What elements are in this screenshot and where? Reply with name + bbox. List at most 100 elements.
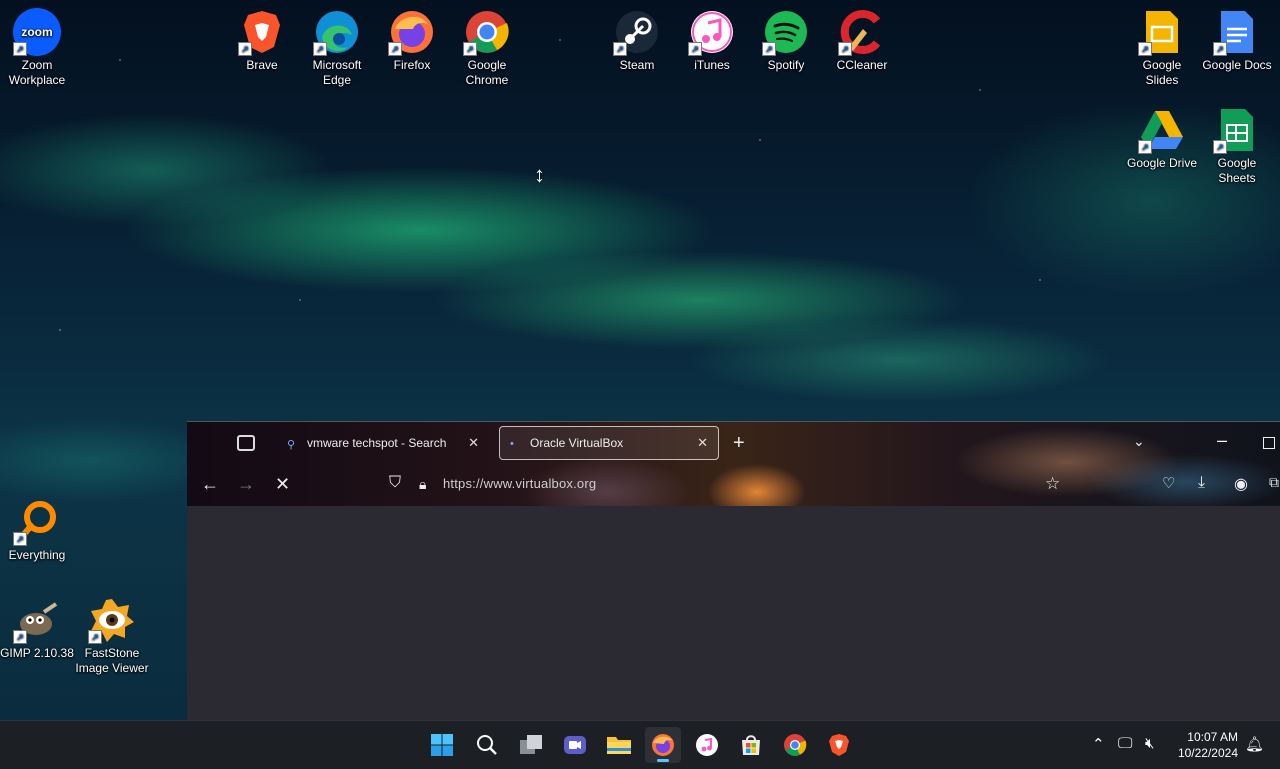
file-explorer-icon[interactable] bbox=[601, 727, 637, 763]
desktop-icon-edge[interactable]: ↗ Microsoft Edge bbox=[300, 8, 374, 88]
icon-label: Spotify bbox=[767, 58, 805, 72]
google-slides-icon: ↗ bbox=[1138, 8, 1186, 56]
tab-search[interactable]: ⚲ vmware techspot - Search ✕ bbox=[277, 426, 489, 460]
icon-label: GIMP 2.10.38 bbox=[0, 646, 74, 660]
account-icon[interactable]: ◉ bbox=[1234, 474, 1248, 494]
forward-arrow-icon[interactable]: → bbox=[237, 474, 255, 495]
icon-label: Google Docs bbox=[1202, 58, 1272, 72]
desktop-icon-spotify[interactable]: ↗ Spotify bbox=[749, 8, 823, 73]
chevron-down-icon[interactable]: ⌄ bbox=[1133, 433, 1145, 450]
chevron-up-icon[interactable]: ⌃ bbox=[1092, 735, 1105, 753]
itunes-icon: ↗ bbox=[688, 8, 736, 56]
shortcut-arrow-icon: ↗ bbox=[1138, 42, 1152, 56]
search-icon[interactable] bbox=[469, 727, 505, 763]
url-field[interactable]: https://www.virtualbox.org bbox=[443, 476, 596, 491]
desktop-icon-gimp[interactable]: ↗ GIMP 2.10.38 bbox=[0, 596, 74, 661]
icon-label: Google Slides bbox=[1142, 58, 1182, 87]
shortcut-arrow-icon: ↗ bbox=[238, 42, 252, 56]
shortcut-arrow-icon: ↗ bbox=[13, 532, 27, 546]
desktop-icon-faststone[interactable]: ↗ FastStone Image Viewer bbox=[75, 596, 149, 676]
icon-label: CCleaner bbox=[836, 58, 888, 72]
browser-header: ⚲ vmware techspot - Search ✕ • Oracle Vi… bbox=[187, 422, 1280, 506]
bookmark-star-icon[interactable]: ☆ bbox=[1045, 474, 1060, 494]
desktop-icon-firefox[interactable]: ↗ Firefox bbox=[375, 8, 449, 73]
icon-label: Zoom Workplace bbox=[8, 58, 66, 87]
chrome-icon[interactable] bbox=[777, 727, 813, 763]
icon-label: Microsoft Edge bbox=[312, 58, 362, 87]
spotify-icon: ↗ bbox=[762, 8, 810, 56]
desktop-icon-zoom[interactable]: zoom ↗ Zoom Workplace bbox=[0, 8, 74, 88]
faststone-icon: ↗ bbox=[88, 596, 136, 644]
steam-icon: ↗ bbox=[613, 8, 661, 56]
google-drive-icon: ↗ bbox=[1138, 106, 1186, 154]
brave-icon[interactable] bbox=[821, 727, 857, 763]
close-tab-icon[interactable]: ✕ bbox=[697, 435, 708, 451]
desktop-icon-google-drive[interactable]: ↗ Google Drive bbox=[1125, 106, 1199, 171]
firefox-view-icon[interactable] bbox=[237, 435, 255, 451]
icon-label: Brave bbox=[246, 58, 278, 72]
shortcut-arrow-icon: ↗ bbox=[688, 42, 702, 56]
resize-cursor-icon: ↕ bbox=[534, 162, 545, 187]
stop-loading-icon[interactable]: ✕ bbox=[275, 474, 290, 495]
nav-bar: ← → ✕ ⛉ 🔒︎ https://www.virtualbox.org ☆ … bbox=[187, 464, 1280, 506]
new-tab-icon[interactable]: + bbox=[733, 432, 745, 455]
volume-muted-icon[interactable]: 🔇︎ bbox=[1145, 735, 1154, 752]
gimp-icon: ↗ bbox=[13, 596, 61, 644]
shortcut-arrow-icon: ↗ bbox=[1213, 42, 1227, 56]
icon-label: Firefox bbox=[393, 58, 431, 72]
minimize-icon[interactable]: – bbox=[1217, 430, 1227, 451]
desktop-icon-itunes[interactable]: ↗ iTunes bbox=[675, 8, 749, 73]
tab-title: Oracle VirtualBox bbox=[530, 436, 624, 450]
shortcut-arrow-icon: ↗ bbox=[613, 42, 627, 56]
shortcut-arrow-icon: ↗ bbox=[1213, 140, 1227, 154]
brave-icon: ↗ bbox=[238, 8, 286, 56]
extensions-icon[interactable]: ⧉ bbox=[1269, 474, 1279, 491]
taskbar: ⌃ 🖵︎ 🔇︎ 10:07 AM 10/22/2024 🔔︎ bbox=[0, 720, 1280, 769]
page-content bbox=[187, 507, 1280, 721]
everything-icon: ↗ bbox=[13, 498, 61, 546]
desktop-icon-google-docs[interactable]: ↗ Google Docs bbox=[1200, 8, 1274, 73]
icon-label: Google Sheets bbox=[1217, 156, 1257, 185]
icon-label: FastStone Image Viewer bbox=[75, 646, 149, 675]
icon-label: iTunes bbox=[694, 58, 730, 72]
tab-title: vmware techspot - Search bbox=[307, 436, 447, 450]
shortcut-arrow-icon: ↗ bbox=[838, 42, 852, 56]
clock[interactable]: 10:07 AM 10/22/2024 bbox=[1178, 729, 1238, 761]
shortcut-arrow-icon: ↗ bbox=[88, 630, 102, 644]
desktop-icon-google-slides[interactable]: ↗ Google Slides bbox=[1125, 8, 1199, 88]
desktop-icon-chrome[interactable]: ↗ Google Chrome bbox=[450, 8, 524, 88]
pocket-icon[interactable]: ♡ bbox=[1162, 474, 1175, 492]
clock-time: 10:07 AM bbox=[1187, 730, 1238, 744]
firefox-icon[interactable] bbox=[645, 727, 681, 763]
task-view-icon[interactable] bbox=[513, 727, 549, 763]
start-icon[interactable] bbox=[424, 727, 460, 763]
ccleaner-icon: ↗ bbox=[838, 8, 886, 56]
close-tab-icon[interactable]: ✕ bbox=[468, 435, 479, 451]
desktop-icon-ccleaner[interactable]: ↗ CCleaner bbox=[825, 8, 899, 73]
shortcut-arrow-icon: ↗ bbox=[463, 42, 477, 56]
notifications-icon[interactable]: 🔔︎ bbox=[1245, 735, 1264, 753]
icon-label: Google Drive bbox=[1126, 156, 1198, 170]
itunes-icon[interactable] bbox=[689, 727, 725, 763]
tracking-shield-icon[interactable]: ⛉ bbox=[389, 474, 401, 492]
desktop-icon-steam[interactable]: ↗ Steam bbox=[600, 8, 674, 73]
maximize-icon[interactable] bbox=[1263, 437, 1275, 449]
google-docs-icon: ↗ bbox=[1213, 8, 1261, 56]
meet-icon[interactable] bbox=[557, 727, 593, 763]
microsoft-store-icon[interactable] bbox=[733, 727, 769, 763]
google-sheets-icon: ↗ bbox=[1213, 106, 1261, 154]
back-arrow-icon[interactable]: ← bbox=[201, 474, 219, 495]
tab-virtualbox[interactable]: • Oracle VirtualBox ✕ bbox=[499, 426, 719, 460]
icon-label: Google Chrome bbox=[465, 58, 509, 87]
downloads-icon[interactable]: ⤓ bbox=[1198, 474, 1205, 492]
desktop-icon-everything[interactable]: ↗ Everything bbox=[0, 498, 74, 563]
shortcut-arrow-icon: ↗ bbox=[1138, 140, 1152, 154]
desktop-icon-google-sheets[interactable]: ↗ Google Sheets bbox=[1200, 106, 1274, 186]
firefox-window: ⚲ vmware techspot - Search ✕ • Oracle Vi… bbox=[187, 421, 1280, 721]
shortcut-arrow-icon: ↗ bbox=[388, 42, 402, 56]
desktop-icon-brave[interactable]: ↗ Brave bbox=[225, 8, 299, 73]
lock-icon[interactable]: 🔒︎ bbox=[419, 476, 426, 493]
network-icon[interactable]: 🖵︎ bbox=[1118, 735, 1132, 752]
shortcut-arrow-icon: ↗ bbox=[13, 630, 27, 644]
clock-date: 10/22/2024 bbox=[1177, 746, 1238, 760]
